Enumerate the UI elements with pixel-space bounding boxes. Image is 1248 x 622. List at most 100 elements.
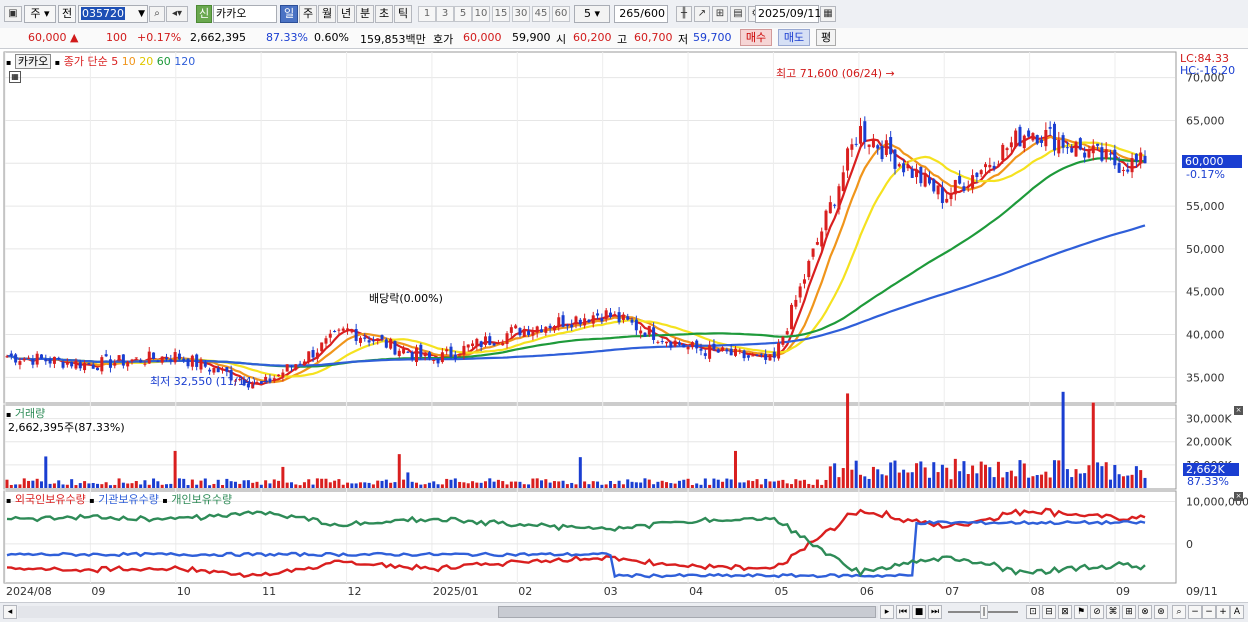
candle-up <box>221 368 225 371</box>
scroll-left-icon[interactable]: ◂ <box>3 605 17 619</box>
interval-10[interactable]: 10 <box>472 6 490 22</box>
interval-1[interactable]: 1 <box>418 6 436 22</box>
volume-bar <box>992 477 996 488</box>
interval-30[interactable]: 30 <box>512 6 530 22</box>
candle-up <box>285 364 289 372</box>
volume-bar <box>945 467 949 488</box>
stock-name-field[interactable]: 카카오 <box>213 5 277 23</box>
chart-svg[interactable]: 70,00065,00060,00055,00050,00045,00040,0… <box>0 50 1248 603</box>
save-icon[interactable]: ▤ <box>730 6 746 22</box>
candle-up <box>544 326 548 333</box>
tool-3-icon[interactable]: ⊠ <box>1058 605 1072 619</box>
panel-close-icon[interactable]: × <box>1234 492 1243 501</box>
stock-code-input[interactable]: 035720 ▼ <box>78 5 148 23</box>
candle-down <box>488 336 492 345</box>
volume-bar <box>83 481 87 488</box>
legend-prefix: 종가 단순 <box>63 55 108 68</box>
table-icon[interactable]: ▦ <box>9 71 21 83</box>
tool-6-icon[interactable]: ⌘ <box>1106 605 1120 619</box>
candle-down <box>854 143 858 145</box>
volume-bar <box>410 481 414 488</box>
search-icon[interactable]: ⌕ <box>149 6 165 22</box>
candle-up <box>1009 142 1013 148</box>
panel-close-icon[interactable]: × <box>1234 406 1243 415</box>
count-total: /600 <box>640 7 665 20</box>
legend-square-icon: ▪ <box>6 58 12 67</box>
time-tick-label-right: 09/11 <box>1186 585 1218 598</box>
buy-button[interactable]: 매수 <box>740 29 772 46</box>
stock-tab[interactable]: 카카오 <box>14 54 52 69</box>
interval-3[interactable]: 3 <box>436 6 454 22</box>
chart-area[interactable]: 70,00065,00060,00055,00050,00045,00040,0… <box>0 50 1248 603</box>
period-tick[interactable]: 틱 <box>394 5 412 23</box>
candle-up <box>811 248 815 257</box>
interval-15[interactable]: 15 <box>492 6 510 22</box>
crosshair-icon[interactable]: ⊞ <box>712 6 728 22</box>
volume-bar <box>527 484 531 488</box>
interval-select[interactable]: 5 ▾ <box>574 5 610 23</box>
interval-5[interactable]: 5 <box>454 6 472 22</box>
last-page-icon[interactable]: ⏭ <box>928 605 942 619</box>
sell-button[interactable]: 매도 <box>778 29 810 46</box>
volume-bar <box>915 463 919 488</box>
draw-tool-icon[interactable]: ↗ <box>694 6 710 22</box>
candle-down <box>492 343 496 346</box>
candle-down <box>410 352 414 360</box>
interval-60[interactable]: 60 <box>552 6 570 22</box>
interval-45[interactable]: 45 <box>532 6 550 22</box>
volume-bar <box>35 478 39 488</box>
scroll-track[interactable] <box>18 606 878 618</box>
scroll-right-icon[interactable]: ▸ <box>880 605 894 619</box>
volume-bar <box>458 481 462 488</box>
date-field[interactable]: 2025/09/11 <box>755 5 821 23</box>
dropdown-arrow-icon[interactable]: ▼ <box>138 6 145 22</box>
period-second[interactable]: 초 <box>375 5 393 23</box>
scroll-thumb[interactable] <box>498 606 876 618</box>
prev-button[interactable]: 전 <box>58 5 76 23</box>
candle-down <box>449 346 453 357</box>
tool-1-icon[interactable]: ⊡ <box>1026 605 1040 619</box>
window-icon[interactable]: ▣ <box>4 6 22 22</box>
first-page-icon[interactable]: ⏮ <box>896 605 910 619</box>
candle-type-icon[interactable]: ╫ <box>676 6 692 22</box>
period-year[interactable]: 년 <box>337 5 355 23</box>
volume-bar <box>643 478 647 488</box>
period-minute[interactable]: 분 <box>356 5 374 23</box>
zoom-out-icon[interactable]: − <box>1188 605 1202 619</box>
search-icon[interactable]: ⌕ <box>1172 605 1186 619</box>
volume-bar <box>669 483 673 488</box>
eval-button[interactable]: 평 <box>816 29 836 46</box>
tool-5-icon[interactable]: ⊘ <box>1090 605 1104 619</box>
volume-bar <box>479 482 483 488</box>
period-month[interactable]: 월 <box>318 5 336 23</box>
candle-up <box>337 329 341 331</box>
tool-7-icon[interactable]: ⊞ <box>1122 605 1136 619</box>
volume-bar <box>1014 476 1018 488</box>
minus-icon[interactable]: − <box>1202 605 1216 619</box>
candle-down <box>436 359 440 364</box>
period-week[interactable]: 주 <box>299 5 317 23</box>
calendar-icon[interactable]: ▦ <box>820 6 836 22</box>
candle-up <box>134 357 138 359</box>
candle-up <box>18 361 22 365</box>
speaker-icon[interactable]: ◂▾ <box>166 6 188 22</box>
zoom-knob-icon[interactable]: | <box>980 605 988 619</box>
volume-bar <box>824 479 828 488</box>
tool-9-icon[interactable]: ⊛ <box>1154 605 1168 619</box>
stop-icon[interactable]: ■ <box>912 605 926 619</box>
count-input[interactable]: 265/600 <box>614 5 668 23</box>
stock-type-select[interactable]: 주 ▾ <box>24 5 56 23</box>
candle-down <box>1070 148 1074 153</box>
zoom-in-icon[interactable]: + <box>1216 605 1230 619</box>
volume-bar <box>182 478 186 488</box>
volume-bar <box>777 480 781 488</box>
volume-bar <box>570 482 574 488</box>
font-size-icon[interactable]: A <box>1230 605 1244 619</box>
period-day[interactable]: 일 <box>280 5 298 23</box>
candle-down <box>363 337 367 339</box>
tool-8-icon[interactable]: ⊗ <box>1138 605 1152 619</box>
tool-2-icon[interactable]: ⊟ <box>1042 605 1056 619</box>
volume-bar <box>820 484 824 488</box>
volume-bar <box>384 479 388 488</box>
tool-4-icon[interactable]: ⚑ <box>1074 605 1088 619</box>
